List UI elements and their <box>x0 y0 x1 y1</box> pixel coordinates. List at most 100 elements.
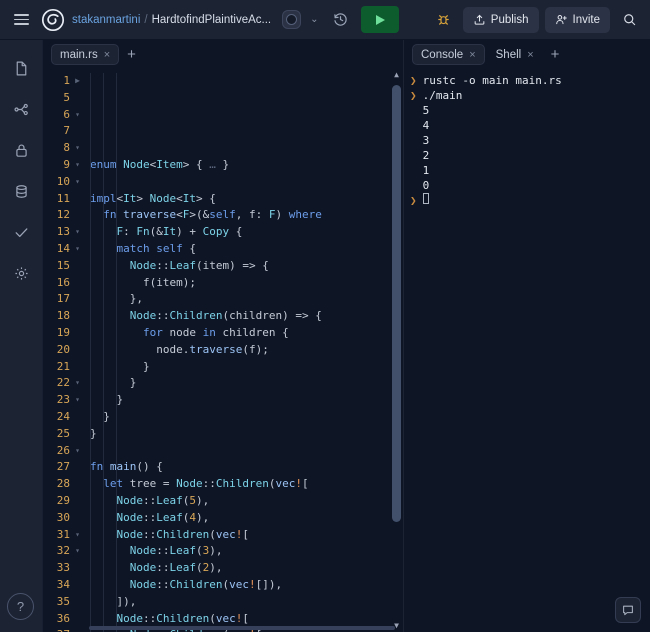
history-button[interactable] <box>328 7 354 33</box>
line-number-value: 21 <box>56 359 70 373</box>
code-line[interactable] <box>90 174 403 191</box>
code-token: :: <box>143 611 157 625</box>
code-line[interactable]: Node::Leaf(3), <box>90 543 403 560</box>
code-line[interactable]: match self { <box>90 241 403 258</box>
code-line[interactable]: Node::Children(vec![]), <box>90 577 403 594</box>
code-line[interactable]: enum Node<Item> { … } <box>90 157 403 174</box>
breadcrumb-repl-name[interactable]: HardtofindPlaintiveAc... <box>152 14 272 26</box>
console-prompt <box>410 118 417 133</box>
avatar[interactable] <box>282 10 302 29</box>
run-button[interactable] <box>360 6 399 33</box>
code-line[interactable]: } <box>90 375 403 392</box>
code-line[interactable]: fn traverse<F>(&self, f: F) where <box>90 207 403 224</box>
publish-button[interactable]: Publish <box>462 6 539 33</box>
sidebar-item-database[interactable] <box>7 177 35 205</box>
code-line[interactable]: fn main() { <box>90 459 403 476</box>
fold-toggle-icon[interactable]: ▾ <box>72 224 80 241</box>
code-line[interactable]: for node in children { <box>90 325 403 342</box>
replit-ide-window: stakanmartini / HardtofindPlaintiveAc...… <box>0 0 650 632</box>
invite-button[interactable]: Invite <box>544 6 610 33</box>
line-number-value: 9 <box>63 157 70 171</box>
chat-button[interactable] <box>615 597 641 623</box>
code-line[interactable]: Node::Leaf(4), <box>90 510 403 527</box>
code-line[interactable]: } <box>90 426 403 443</box>
code-line[interactable]: node.traverse(f); <box>90 342 403 359</box>
fold-toggle-icon[interactable]: ▶ <box>72 73 80 90</box>
code-line[interactable]: Node::Leaf(item) => { <box>90 258 403 275</box>
help-button[interactable]: ? <box>7 593 34 620</box>
console-output[interactable]: ❯ rustc -o main main.rs ❯ ./main 5 4 3 2 1 … <box>404 69 650 632</box>
sidebar-item-files[interactable] <box>7 54 35 82</box>
code-line[interactable]: Node::Children(vec![ <box>90 611 403 628</box>
code-line[interactable] <box>90 443 403 460</box>
close-icon[interactable]: × <box>104 49 110 61</box>
code-line[interactable]: impl<It> Node<It> { <box>90 191 403 208</box>
tab-label: Console <box>421 48 464 61</box>
code-line[interactable]: f(item); <box>90 275 403 292</box>
scroll-up-icon[interactable]: ▲ <box>394 69 399 81</box>
sidebar-item-version-control[interactable] <box>7 95 35 123</box>
code-line[interactable]: let tree = Node::Children(vec![ <box>90 476 403 493</box>
fold-toggle-icon[interactable]: ▾ <box>72 375 80 392</box>
code-content[interactable]: enum Node<Item> { … } impl<It> Node<It> … <box>83 73 403 632</box>
code-line[interactable]: F: Fn(&It) + Copy { <box>90 224 403 241</box>
code-token: } <box>215 157 230 171</box>
sidebar-item-checks[interactable] <box>7 218 35 246</box>
fold-toggle-icon[interactable]: ▾ <box>72 107 80 124</box>
tab-main-rs[interactable]: main.rs × <box>51 44 120 65</box>
close-icon[interactable]: × <box>527 49 533 61</box>
tab-console[interactable]: Console × <box>412 44 485 65</box>
tab-shell[interactable]: Shell × <box>488 44 542 65</box>
code-token: enum <box>90 157 124 171</box>
scrollbar-thumb[interactable] <box>392 85 401 522</box>
editor-vertical-scrollbar[interactable]: ▲ ▼ <box>390 69 403 632</box>
code-token: Leaf <box>156 493 183 507</box>
line-number-value: 18 <box>56 309 70 323</box>
console-prompt: ❯ <box>410 74 417 87</box>
console-text: 2 <box>422 149 430 162</box>
fold-toggle-icon[interactable]: ▾ <box>72 157 80 174</box>
search-button[interactable] <box>616 7 642 33</box>
code-line[interactable]: } <box>90 359 403 376</box>
line-number-value: 15 <box>56 258 70 272</box>
code-line[interactable]: } <box>90 409 403 426</box>
fold-toggle-icon[interactable]: ▾ <box>72 174 80 191</box>
fold-toggle-icon[interactable]: ▾ <box>72 140 80 157</box>
chevron-down-icon[interactable]: ⌄ <box>308 14 320 25</box>
line-number: 16 <box>43 275 83 292</box>
code-token: } <box>90 409 110 423</box>
line-number-gutter: 1 ▶ 5 6 ▾ 7 8 ▾ 9 ▾ 10 ▾ 11 12 13 ▾ 14 ▾ 15 16 17 18 19 20 21 22 ▾… <box>43 73 83 632</box>
code-token: Children <box>169 577 223 591</box>
editor-horizontal-scrollbar[interactable] <box>43 626 395 632</box>
code-token: self <box>156 241 183 255</box>
scroll-down-icon[interactable]: ▼ <box>394 620 399 632</box>
sidebar-item-secrets[interactable] <box>7 136 35 164</box>
console-input-line[interactable]: ❯ <box>410 193 644 208</box>
replit-logo-icon[interactable] <box>41 8 65 32</box>
code-line[interactable]: Node::Children(vec![ <box>90 527 403 544</box>
fold-toggle-icon[interactable]: ▾ <box>72 527 80 544</box>
new-console-tab-button[interactable]: + <box>545 47 566 62</box>
code-line[interactable]: }, <box>90 291 403 308</box>
code-line[interactable]: Node::Leaf(2), <box>90 560 403 577</box>
line-number: 25 <box>43 426 83 443</box>
code-line[interactable]: } <box>90 392 403 409</box>
code-line[interactable]: Node::Leaf(5), <box>90 493 403 510</box>
hamburger-menu-button[interactable] <box>8 7 34 33</box>
sidebar-item-settings[interactable] <box>7 259 35 287</box>
code-line[interactable]: ]), <box>90 594 403 611</box>
fold-toggle-icon[interactable]: ▾ <box>72 443 80 460</box>
fold-toggle-icon[interactable]: ▾ <box>72 543 80 560</box>
fold-toggle-icon[interactable]: ▾ <box>72 392 80 409</box>
code-editor[interactable]: 1 ▶ 5 6 ▾ 7 8 ▾ 9 ▾ 10 ▾ 11 12 13 ▾ 14 ▾ 15 16 17 18 19 20 21 22 ▾… <box>43 69 403 632</box>
close-icon[interactable]: × <box>469 49 475 61</box>
hscrollbar-thumb[interactable] <box>89 626 395 630</box>
breadcrumb-user[interactable]: stakanmartini <box>72 14 140 26</box>
debugger-button[interactable] <box>431 7 457 33</box>
fold-toggle-icon[interactable]: ▾ <box>72 241 80 258</box>
new-tab-button[interactable]: + <box>121 47 142 62</box>
scrollbar-track[interactable] <box>390 81 403 620</box>
code-token: node. <box>90 342 190 356</box>
console-text: 5 <box>422 104 430 117</box>
code-line[interactable]: Node::Children(children) => { <box>90 308 403 325</box>
